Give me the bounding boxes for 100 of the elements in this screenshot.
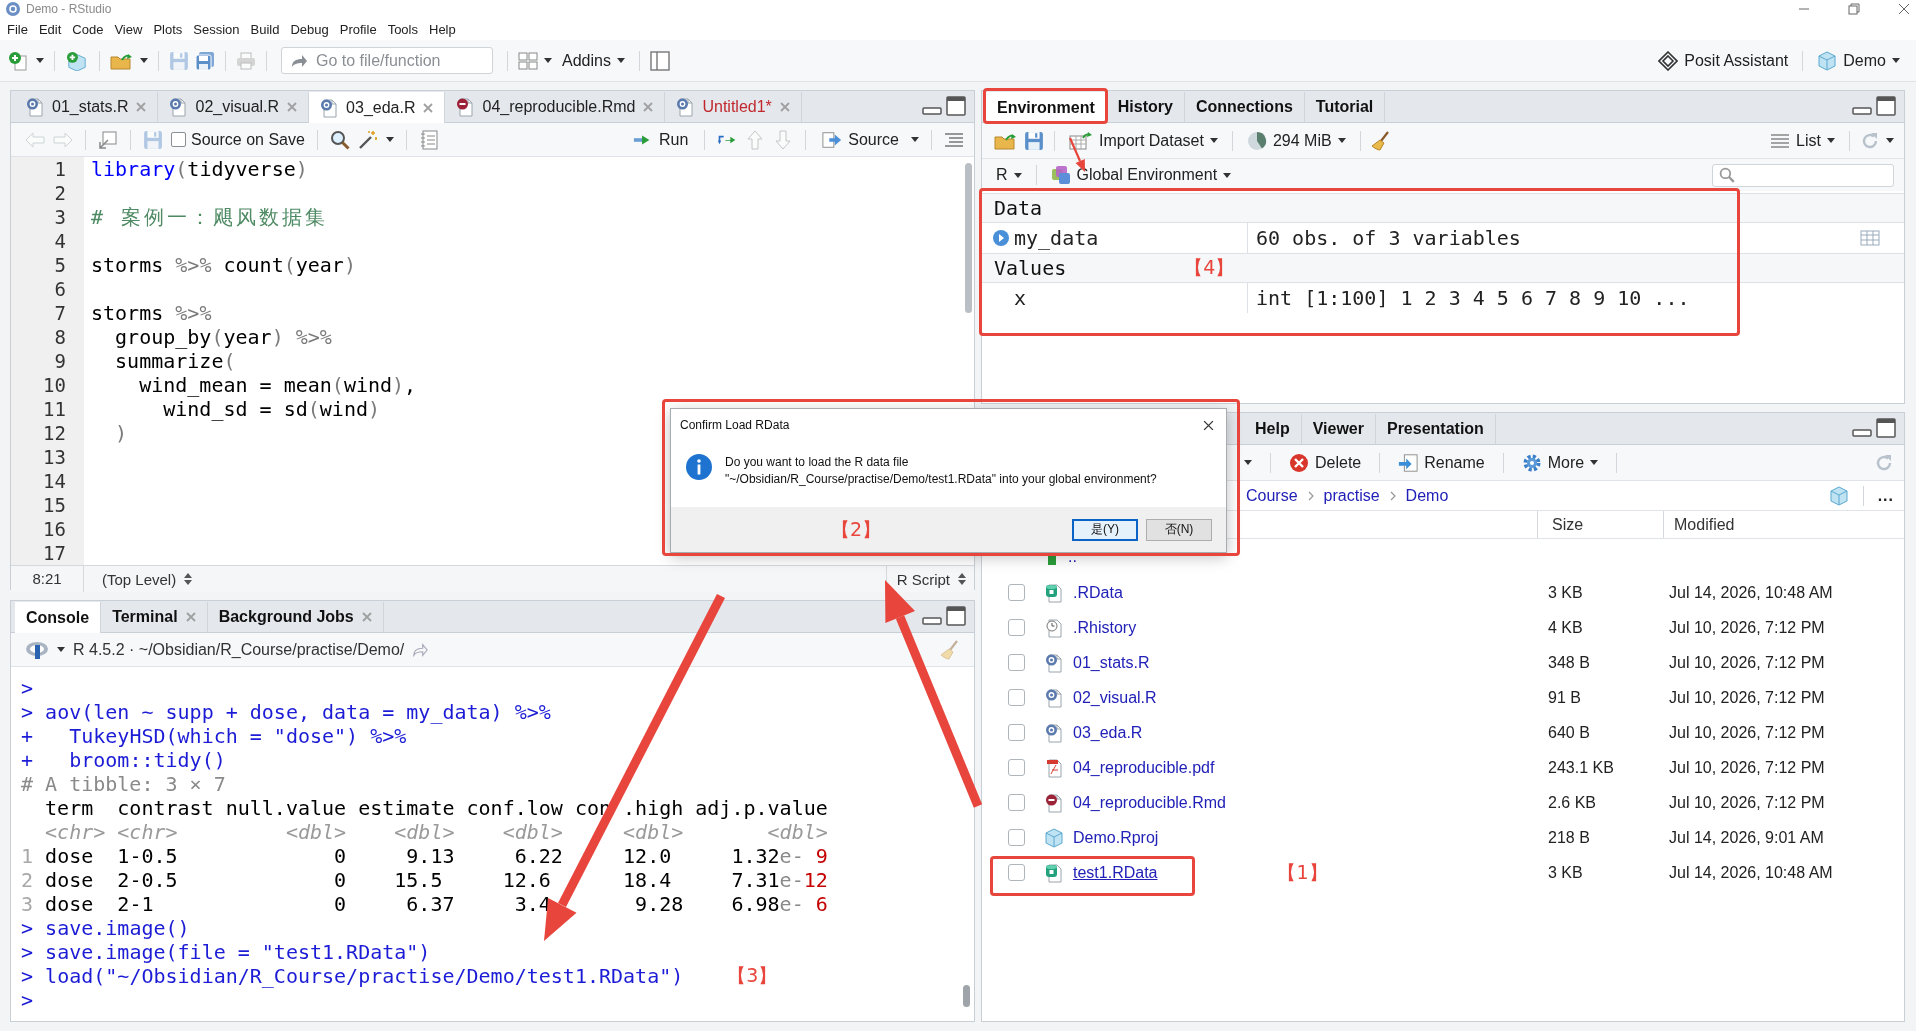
scrollbar[interactable] [963,985,970,1007]
menu-item[interactable]: Debug [285,21,334,37]
file-link[interactable]: 04_reproducible.pdf [1073,758,1215,777]
save-icon[interactable] [1024,130,1044,151]
sidebar-toggle-icon[interactable] [649,50,670,71]
memory-usage-menu[interactable]: 294 MiB [1242,130,1350,151]
close-icon[interactable] [1203,419,1214,431]
maximize-pane-icon[interactable] [1876,96,1896,116]
file-link[interactable]: .Rhistory [1073,618,1137,637]
close-window-icon[interactable] [1898,3,1910,15]
file-link[interactable]: test1.RData [1073,863,1158,882]
cube-icon[interactable] [1828,485,1849,506]
ring-logo-icon[interactable] [25,640,49,659]
scrollbar[interactable] [965,163,972,313]
minimize-pane-icon[interactable] [1852,429,1872,437]
menu-item[interactable]: Profile [334,21,382,37]
console-tab[interactable]: Console [15,602,102,633]
file-link[interactable]: 02_visual.R [1073,688,1157,707]
checkbox[interactable] [171,132,186,147]
breadcrumb-link[interactable]: practise [1323,486,1380,505]
print-icon[interactable] [236,50,256,71]
assistant-button[interactable]: Posit Assistant [1654,50,1793,71]
files-pane-tab[interactable]: Presentation [1375,414,1496,444]
popout-icon[interactable] [98,129,118,150]
maximize-pane-icon[interactable] [1876,418,1896,438]
menu-item[interactable]: Session [188,21,245,37]
source-button[interactable]: Source [818,129,903,150]
new-file-icon[interactable] [6,50,30,71]
file-link[interactable]: .RData [1073,583,1123,602]
dialog-button[interactable]: 是(Y) [1072,518,1138,541]
menu-item[interactable]: File [2,21,33,37]
menu-item[interactable]: Code [67,21,109,37]
menu-item[interactable]: Help [424,21,461,37]
table-grid-icon[interactable] [1860,230,1880,246]
refresh-icon[interactable] [1874,452,1894,473]
panes-grid-icon[interactable] [518,50,538,71]
breadcrumb-link[interactable]: Course [1246,486,1298,505]
arrow-icon[interactable] [412,642,429,657]
search-icon[interactable] [329,129,350,150]
run-button[interactable]: Run [628,129,693,150]
checkbox[interactable] [1008,619,1025,636]
addins-menu[interactable]: Addins [558,51,629,70]
menu-item[interactable]: Tools [382,21,423,37]
minimize-pane-icon[interactable] [1852,107,1872,115]
editor-tab[interactable]: 02_visual.R [158,92,310,122]
file-link[interactable]: 03_eda.R [1073,723,1143,742]
checkbox[interactable] [1008,584,1025,601]
file-link[interactable]: 04_reproducible.Rmd [1073,793,1226,812]
checkbox[interactable] [1008,689,1025,706]
files-pane-tab[interactable]: Viewer [1301,414,1376,444]
more-options-menu[interactable]: ... [1877,486,1894,505]
file-action-button[interactable]: Delete [1285,452,1366,473]
environment-tab[interactable]: Tutorial [1304,92,1386,122]
file-link[interactable]: 01_stats.R [1073,653,1150,672]
menu-item[interactable]: View [109,21,148,37]
search-field[interactable] [1712,163,1894,187]
notebook-icon[interactable] [418,129,439,150]
file-action-button[interactable]: More [1517,452,1603,473]
column-header[interactable]: Size [1552,515,1584,534]
editor-tab[interactable]: 03_eda.R [309,92,446,123]
goto-field[interactable]: Go to file/function [281,47,493,74]
play-circle-icon[interactable] [992,229,1010,247]
menu-item[interactable]: Plots [148,21,188,37]
file-action-button[interactable]: Rename [1394,452,1489,473]
new-project-icon[interactable] [65,50,89,71]
view-mode-menu[interactable]: List [1766,130,1839,151]
refresh-icon[interactable] [1860,130,1880,151]
file-link[interactable]: Demo.Rproj [1073,828,1159,847]
column-header[interactable]: Modified [1674,515,1735,534]
editor-tab[interactable]: 04_reproducible.Rmd [445,92,666,122]
dialog-button[interactable]: 否(N) [1146,518,1212,541]
maximize-pane-icon[interactable] [946,606,966,626]
scope-menu[interactable]: (Top Level) [84,570,211,588]
checkbox[interactable] [1008,759,1025,776]
console-tab[interactable]: Background Jobs [207,602,384,632]
checkbox[interactable] [1008,794,1025,811]
restore-window-icon[interactable] [1848,3,1860,15]
project-menu[interactable]: Demo [1813,50,1904,71]
save-all-icon[interactable] [195,50,215,71]
editor-tab[interactable]: Untitled1* [665,92,802,122]
breadcrumb-link[interactable]: Demo [1405,486,1449,505]
checkbox-label[interactable]: Source on Save [191,130,305,149]
menu-item[interactable]: Edit [33,21,67,37]
broom-icon[interactable] [1370,130,1391,151]
checkbox[interactable] [1008,654,1025,671]
maximize-pane-icon[interactable] [946,96,966,116]
minimize-pane-icon[interactable] [922,617,942,625]
environment-tab[interactable]: Connections [1184,92,1305,122]
environment-tab[interactable]: History [1106,92,1185,122]
checkbox[interactable] [1008,864,1025,881]
checkbox[interactable] [1008,724,1025,741]
save-icon[interactable] [143,129,163,150]
editor-tab[interactable]: 01_stats.R [15,92,159,122]
language-menu[interactable]: R [992,166,1026,184]
magic-wand-icon[interactable] [357,129,378,150]
checkbox[interactable] [1008,829,1025,846]
minimize-pane-icon[interactable] [922,107,942,115]
console-tab[interactable]: Terminal [101,602,208,632]
environment-scope-menu[interactable]: Global Environment [1046,165,1236,185]
import-dataset-menu[interactable]: Import Dataset [1065,130,1222,151]
